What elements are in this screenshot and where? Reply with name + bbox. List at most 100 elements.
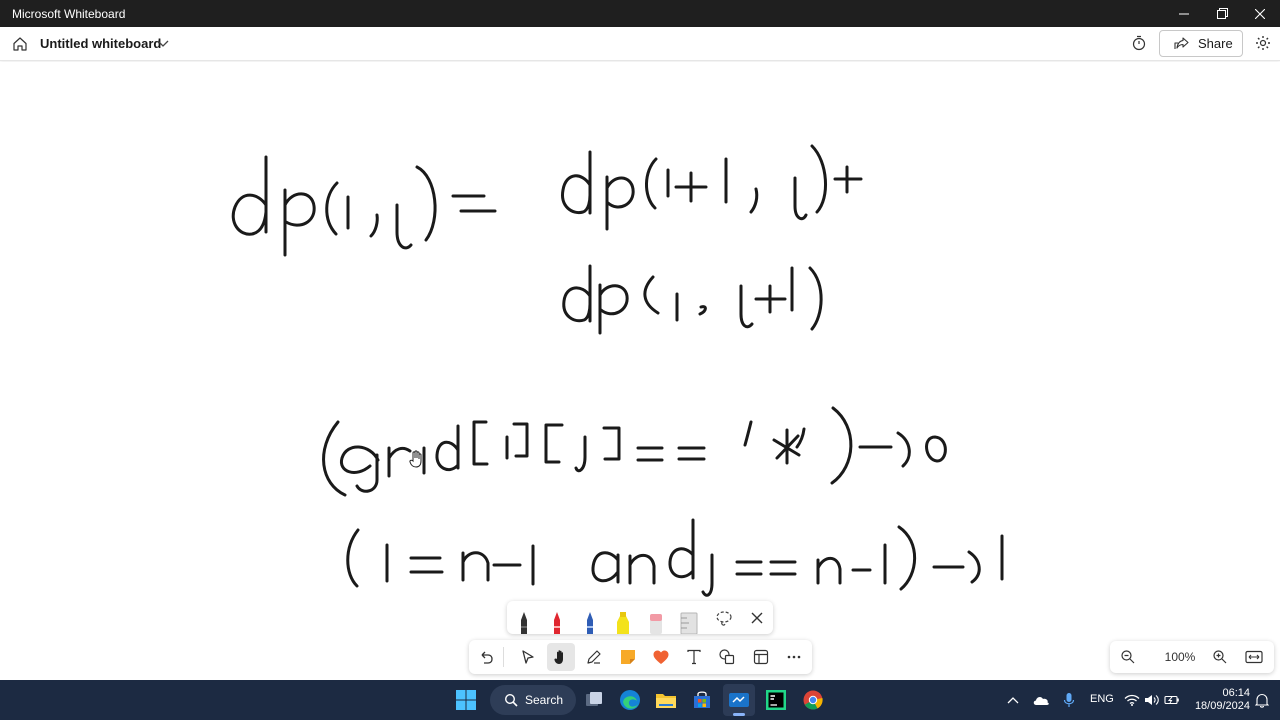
- clock-time: 06:14: [1222, 687, 1250, 699]
- share-icon: [1174, 36, 1189, 49]
- start-button[interactable]: [450, 684, 482, 716]
- language-indicator[interactable]: ENG: [1090, 693, 1114, 705]
- microphone-icon: [1063, 693, 1075, 707]
- shapes-tool[interactable]: [713, 643, 741, 671]
- restore-button[interactable]: [1203, 0, 1241, 27]
- close-icon: [751, 612, 762, 623]
- edge-app[interactable]: [614, 684, 646, 716]
- creation-toolbar: [469, 640, 812, 674]
- task-view-button[interactable]: [578, 684, 610, 716]
- red-pen-button[interactable]: [540, 601, 573, 634]
- text-tool[interactable]: [680, 643, 708, 671]
- search-label: Search: [525, 693, 564, 707]
- timer-button[interactable]: [1128, 32, 1150, 54]
- share-label: Share: [1198, 36, 1233, 51]
- close-window-button[interactable]: [1241, 0, 1279, 27]
- zoom-in-icon: [1213, 650, 1227, 664]
- more-icon: [787, 655, 801, 659]
- templates-icon: [753, 649, 769, 665]
- whiteboard-icon: [729, 693, 749, 707]
- hand-cursor-icon: [409, 450, 422, 468]
- wifi-status[interactable]: [1122, 684, 1142, 716]
- battery-charging-icon: [1164, 695, 1179, 705]
- more-options-button[interactable]: [780, 643, 808, 671]
- notifications-button[interactable]: [1250, 684, 1274, 716]
- undo-icon: [481, 651, 493, 664]
- ink-layer: [231, 144, 1004, 597]
- fit-screen-icon: [1245, 650, 1263, 664]
- onedrive-button[interactable]: [1027, 684, 1055, 716]
- lasso-select-icon[interactable]: [707, 601, 740, 634]
- chrome-icon: [803, 690, 823, 710]
- zoom-level[interactable]: 100%: [1160, 650, 1200, 664]
- window-title: Microsoft Whiteboard: [12, 7, 126, 21]
- select-icon: [522, 650, 534, 664]
- heart-icon: [653, 650, 669, 664]
- store-app[interactable]: [686, 684, 718, 716]
- taskbar-clock[interactable]: 06:14 18/09/2024: [1186, 687, 1250, 713]
- windows-logo-icon: [456, 690, 476, 710]
- file-explorer-app[interactable]: [650, 684, 682, 716]
- text-icon: [687, 649, 701, 665]
- store-icon: [694, 691, 710, 708]
- reaction-tool[interactable]: [647, 643, 675, 671]
- whiteboard-app[interactable]: [723, 684, 755, 716]
- yellow-highlighter-button[interactable]: [606, 601, 639, 634]
- task-view-icon: [586, 692, 602, 706]
- zoom-out-icon: [1121, 650, 1135, 664]
- hand-tool[interactable]: [547, 643, 575, 671]
- search-icon: [504, 693, 518, 707]
- hand-icon: [554, 650, 563, 664]
- undo-button[interactable]: [472, 643, 500, 671]
- fit-to-screen-button[interactable]: [1242, 645, 1266, 669]
- settings-button[interactable]: [1252, 32, 1274, 54]
- cloud-icon: [1033, 697, 1049, 705]
- edge-icon: [620, 690, 640, 710]
- wifi-icon: [1124, 694, 1140, 706]
- blue-pen-button[interactable]: [573, 601, 606, 634]
- bell-icon: [1255, 693, 1269, 708]
- chevron-down-icon[interactable]: [155, 35, 171, 51]
- select-tool[interactable]: [514, 643, 542, 671]
- speaker-icon: [1145, 695, 1159, 705]
- taskbar: Search ENG 06:14 18/09/2024: [0, 680, 1280, 720]
- microphone-button[interactable]: [1055, 684, 1083, 716]
- share-button[interactable]: Share: [1159, 30, 1243, 57]
- chevron-up-icon: [1007, 697, 1019, 704]
- title-bar: Microsoft Whiteboard: [0, 0, 1280, 27]
- whiteboard-canvas[interactable]: [0, 62, 1280, 680]
- pen-tool[interactable]: [580, 643, 608, 671]
- eraser-button[interactable]: [639, 601, 672, 634]
- app-header: Untitled whiteboard Share: [0, 27, 1280, 61]
- black-pen-button[interactable]: [507, 601, 540, 634]
- clion-app[interactable]: [760, 684, 792, 716]
- battery-status[interactable]: [1162, 684, 1182, 716]
- zoom-controls: 100%: [1110, 641, 1274, 673]
- ruler-button[interactable]: [672, 601, 705, 634]
- templates-tool[interactable]: [747, 643, 775, 671]
- close-tray-button[interactable]: [740, 601, 773, 634]
- zoom-out-button[interactable]: [1116, 645, 1140, 669]
- home-button[interactable]: [6, 30, 34, 58]
- taskbar-search[interactable]: Search: [490, 685, 576, 715]
- zoom-in-button[interactable]: [1208, 645, 1232, 669]
- ink-stroke-line-4: [346, 518, 1004, 597]
- whiteboard-name[interactable]: Untitled whiteboard: [40, 36, 161, 51]
- ink-stroke-line-1: [231, 144, 863, 257]
- shapes-icon: [719, 649, 735, 665]
- clion-icon: [766, 690, 786, 710]
- pen-tray: [507, 601, 773, 634]
- chrome-app[interactable]: [797, 684, 829, 716]
- active-indicator: [733, 713, 745, 716]
- show-hidden-icons-button[interactable]: [999, 684, 1027, 716]
- toolbar-divider: [503, 647, 504, 667]
- folder-icon: [656, 694, 676, 708]
- clock-date: 18/09/2024: [1194, 700, 1250, 712]
- minimize-button[interactable]: [1165, 0, 1203, 27]
- home-icon: [13, 37, 27, 51]
- pen-icon: [587, 650, 601, 664]
- volume-status[interactable]: [1142, 684, 1162, 716]
- timer-icon: [1132, 35, 1146, 51]
- sticky-note-tool[interactable]: [614, 643, 642, 671]
- gear-icon: [1256, 36, 1270, 50]
